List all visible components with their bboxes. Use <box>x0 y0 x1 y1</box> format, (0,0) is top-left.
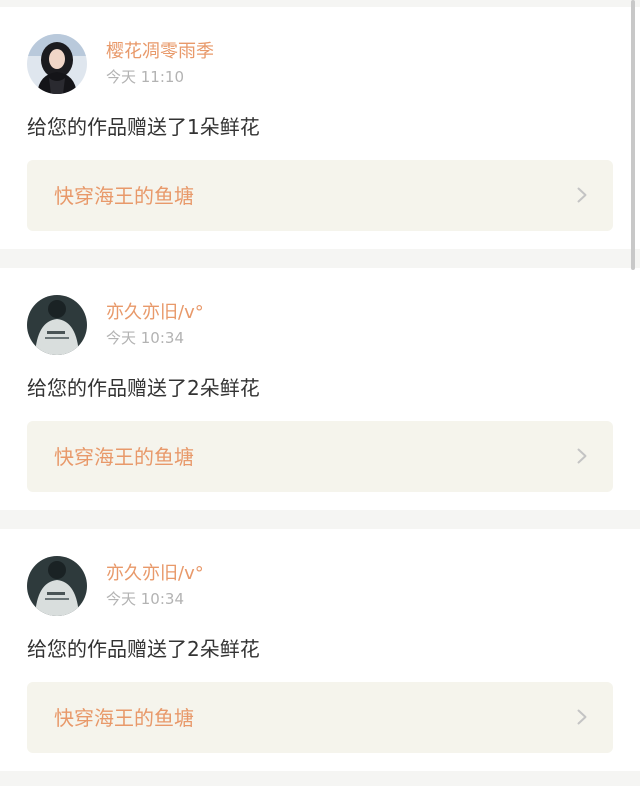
gift-message: 给您的作品赠送了2朵鲜花 <box>27 637 260 661</box>
work-title: 快穿海王的鱼塘 <box>54 184 194 208</box>
notification-card: 亦久亦旧/v° 今天 10:34 给您的作品赠送了2朵鲜花 快穿海王的鱼塘 <box>0 268 640 510</box>
work-title: 快穿海王的鱼塘 <box>54 706 194 730</box>
scrollbar[interactable] <box>631 0 635 270</box>
user-avatar[interactable] <box>27 556 87 616</box>
chevron-right-icon <box>577 187 587 203</box>
person-back-avatar-icon <box>27 556 87 616</box>
gift-message: 给您的作品赠送了1朵鲜花 <box>27 115 260 139</box>
timestamp: 今天 11:10 <box>106 68 184 86</box>
notification-card: 亦久亦旧/v° 今天 10:34 给您的作品赠送了2朵鲜花 快穿海王的鱼塘 <box>0 529 640 771</box>
notification-card: 樱花凋零雨季 今天 11:10 给您的作品赠送了1朵鲜花 快穿海王的鱼塘 <box>0 7 640 249</box>
work-title: 快穿海王的鱼塘 <box>54 445 194 469</box>
notification-feed: 樱花凋零雨季 今天 11:10 给您的作品赠送了1朵鲜花 快穿海王的鱼塘 亦久亦… <box>0 0 640 786</box>
username[interactable]: 樱花凋零雨季 <box>106 40 214 64</box>
work-link-button[interactable]: 快穿海王的鱼塘 <box>27 421 613 492</box>
timestamp: 今天 10:34 <box>106 590 184 608</box>
timestamp: 今天 10:34 <box>106 329 184 347</box>
gift-message: 给您的作品赠送了2朵鲜花 <box>27 376 260 400</box>
person-back-avatar-icon <box>27 295 87 355</box>
user-avatar[interactable] <box>27 295 87 355</box>
work-link-button[interactable]: 快穿海王的鱼塘 <box>27 160 613 231</box>
chevron-right-icon <box>577 709 587 725</box>
work-link-button[interactable]: 快穿海王的鱼塘 <box>27 682 613 753</box>
username[interactable]: 亦久亦旧/v° <box>106 301 204 325</box>
user-avatar[interactable] <box>27 34 87 94</box>
girl-photo-avatar-icon <box>27 34 87 94</box>
username[interactable]: 亦久亦旧/v° <box>106 562 204 586</box>
chevron-right-icon <box>577 448 587 464</box>
